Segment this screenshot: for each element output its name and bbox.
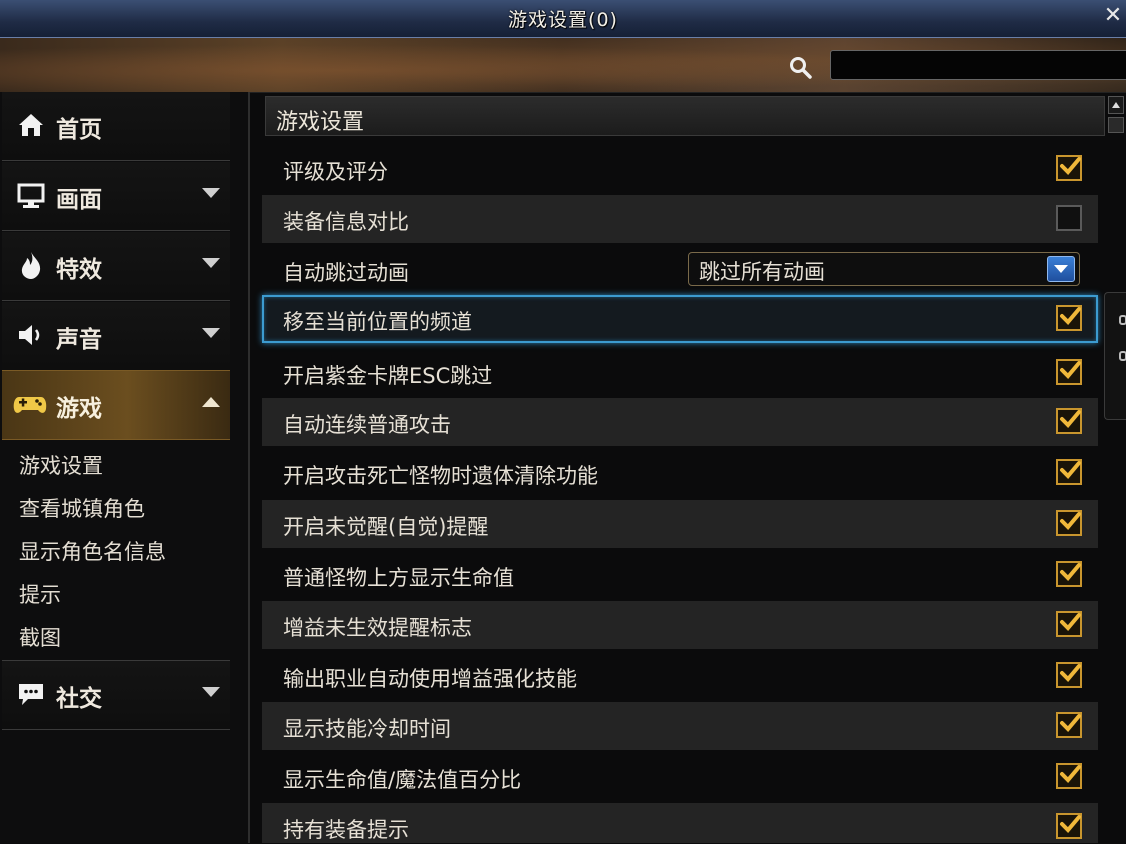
checkmark-icon — [1060, 664, 1081, 682]
window-title: 游戏设置(0) — [508, 9, 618, 31]
setting-label: 评级及评分 — [283, 160, 388, 184]
sidebar-item-effects[interactable]: 特效 — [2, 232, 230, 301]
setting-checkbox[interactable] — [1056, 155, 1082, 181]
skip-animation-select[interactable]: 跳过所有动画 — [688, 252, 1080, 286]
gamepad-icon — [13, 397, 47, 413]
scroll-thumb[interactable] — [1108, 117, 1124, 133]
search-input[interactable] — [830, 50, 1126, 80]
title-bar: 游戏设置(0) ✕ — [0, 0, 1126, 38]
monitor-icon — [17, 183, 45, 208]
sidebar-subitem-game-settings[interactable]: 游戏设置 — [19, 450, 103, 480]
setting-checkbox[interactable] — [1056, 305, 1082, 331]
sidebar-item-sound[interactable]: 声音 — [2, 302, 230, 371]
sidebar-item-game[interactable]: 游戏 — [2, 370, 230, 440]
section-title: 游戏设置 — [276, 110, 365, 135]
sidebar-subitem-town-characters[interactable]: 查看城镇角色 — [19, 493, 145, 523]
setting-label: 普通怪物上方显示生命值 — [283, 566, 514, 590]
setting-label: 持有装备提示 — [283, 818, 409, 842]
setting-row-corpse-clear: 开启攻击死亡怪物时遗体清除功能 — [262, 449, 1098, 497]
sidebar-item-display[interactable]: 画面 — [2, 162, 230, 231]
setting-checkbox[interactable] — [1056, 662, 1082, 688]
sidebar-item-home[interactable]: 首页 — [2, 92, 230, 161]
chevron-down-icon[interactable] — [202, 188, 220, 198]
setting-label: 开启未觉醒(自觉)提醒 — [283, 515, 489, 539]
speaker-icon — [19, 325, 40, 345]
section-header: 游戏设置 — [265, 96, 1105, 136]
setting-checkbox[interactable] — [1056, 712, 1082, 738]
sidebar-item-social[interactable]: 社交 — [2, 660, 230, 730]
setting-row-cooldown: 显示技能冷却时间 — [262, 702, 1098, 750]
sidebar-item-label: 游戏 — [56, 396, 102, 422]
setting-checkbox[interactable] — [1056, 205, 1082, 231]
sidebar-item-label: 特效 — [56, 257, 102, 283]
setting-row-auto-buff-skill: 输出职业自动使用增益强化技能 — [262, 652, 1098, 700]
setting-checkbox[interactable] — [1056, 359, 1082, 385]
sidebar: 首页 画面 特效 声音 游戏 游戏设置 查看城镇角色 显示角色名信息 提示 截图… — [0, 92, 250, 843]
checkmark-icon — [1060, 512, 1081, 530]
scrollbar[interactable] — [1108, 96, 1124, 136]
panel-marker-icon — [1119, 351, 1126, 361]
search-icon[interactable] — [788, 55, 814, 79]
select-value: 跳过所有动画 — [699, 260, 825, 284]
checkmark-icon — [1060, 765, 1081, 783]
chevron-down-icon[interactable] — [1047, 256, 1075, 282]
setting-checkbox[interactable] — [1056, 510, 1082, 536]
setting-row-hp-mp-percent: 显示生命值/魔法值百分比 — [262, 753, 1098, 801]
setting-label: 显示生命值/魔法值百分比 — [283, 768, 522, 792]
chevron-down-icon[interactable] — [202, 328, 220, 338]
checkmark-icon — [1060, 563, 1081, 581]
setting-checkbox[interactable] — [1056, 813, 1082, 839]
checkmark-icon — [1060, 361, 1081, 379]
checkmark-icon — [1060, 410, 1081, 428]
sidebar-subitem-screenshot[interactable]: 截图 — [19, 622, 61, 652]
sidebar-subitem-character-name-info[interactable]: 显示角色名信息 — [19, 536, 166, 566]
setting-row-esc-skip: 开启紫金卡牌ESC跳过 — [262, 349, 1098, 397]
checkmark-icon — [1060, 815, 1081, 833]
chevron-down-icon[interactable] — [202, 687, 220, 697]
setting-label: 增益未生效提醒标志 — [283, 616, 472, 640]
sidebar-subitem-tips[interactable]: 提示 — [19, 579, 61, 609]
scroll-up-button[interactable] — [1108, 96, 1124, 114]
setting-label: 自动跳过动画 — [283, 261, 409, 285]
setting-checkbox[interactable] — [1056, 561, 1082, 587]
setting-label: 装备信息对比 — [283, 210, 409, 234]
checkmark-icon — [1060, 714, 1081, 732]
sidebar-item-label: 声音 — [56, 327, 102, 353]
sidebar-item-label: 首页 — [56, 117, 102, 143]
setting-row-rating: 评级及评分 — [262, 145, 1098, 193]
setting-row-equipment-compare: 装备信息对比 — [262, 195, 1098, 243]
setting-row-buff-reminder: 增益未生效提醒标志 — [262, 601, 1098, 649]
setting-row-awakening-reminder: 开启未觉醒(自觉)提醒 — [262, 500, 1098, 548]
setting-label: 开启紫金卡牌ESC跳过 — [283, 364, 493, 388]
setting-checkbox[interactable] — [1056, 459, 1082, 485]
setting-label: 输出职业自动使用增益强化技能 — [283, 667, 577, 691]
side-panel-tab[interactable] — [1104, 292, 1126, 420]
checkmark-icon — [1060, 157, 1081, 175]
checkmark-icon — [1060, 307, 1081, 325]
chevron-up-icon[interactable] — [202, 397, 220, 407]
setting-checkbox[interactable] — [1056, 408, 1082, 434]
setting-row-move-channel: 移至当前位置的频道 — [262, 295, 1098, 343]
setting-label: 移至当前位置的频道 — [283, 310, 472, 334]
setting-label: 显示技能冷却时间 — [283, 717, 451, 741]
setting-row-skip-animation: 自动跳过动画 跳过所有动画 — [262, 246, 1098, 294]
chevron-down-icon[interactable] — [202, 258, 220, 268]
home-icon — [19, 114, 43, 136]
sidebar-item-label: 社交 — [56, 686, 102, 712]
setting-row-equipment-hint: 持有装备提示 — [262, 803, 1098, 843]
checkmark-icon — [1060, 461, 1081, 479]
setting-checkbox[interactable] — [1056, 763, 1082, 789]
setting-checkbox[interactable] — [1056, 611, 1082, 637]
checkmark-icon — [1060, 613, 1081, 631]
flame-icon — [21, 252, 41, 279]
sidebar-item-label: 画面 — [56, 187, 102, 213]
setting-label: 开启攻击死亡怪物时遗体清除功能 — [283, 464, 598, 488]
chat-icon — [19, 684, 43, 705]
close-button[interactable]: ✕ — [1102, 3, 1124, 29]
setting-row-auto-attack: 自动连续普通攻击 — [262, 398, 1098, 446]
setting-label: 自动连续普通攻击 — [283, 413, 451, 437]
setting-row-monster-hp: 普通怪物上方显示生命值 — [262, 551, 1098, 599]
panel-marker-icon — [1119, 315, 1126, 325]
